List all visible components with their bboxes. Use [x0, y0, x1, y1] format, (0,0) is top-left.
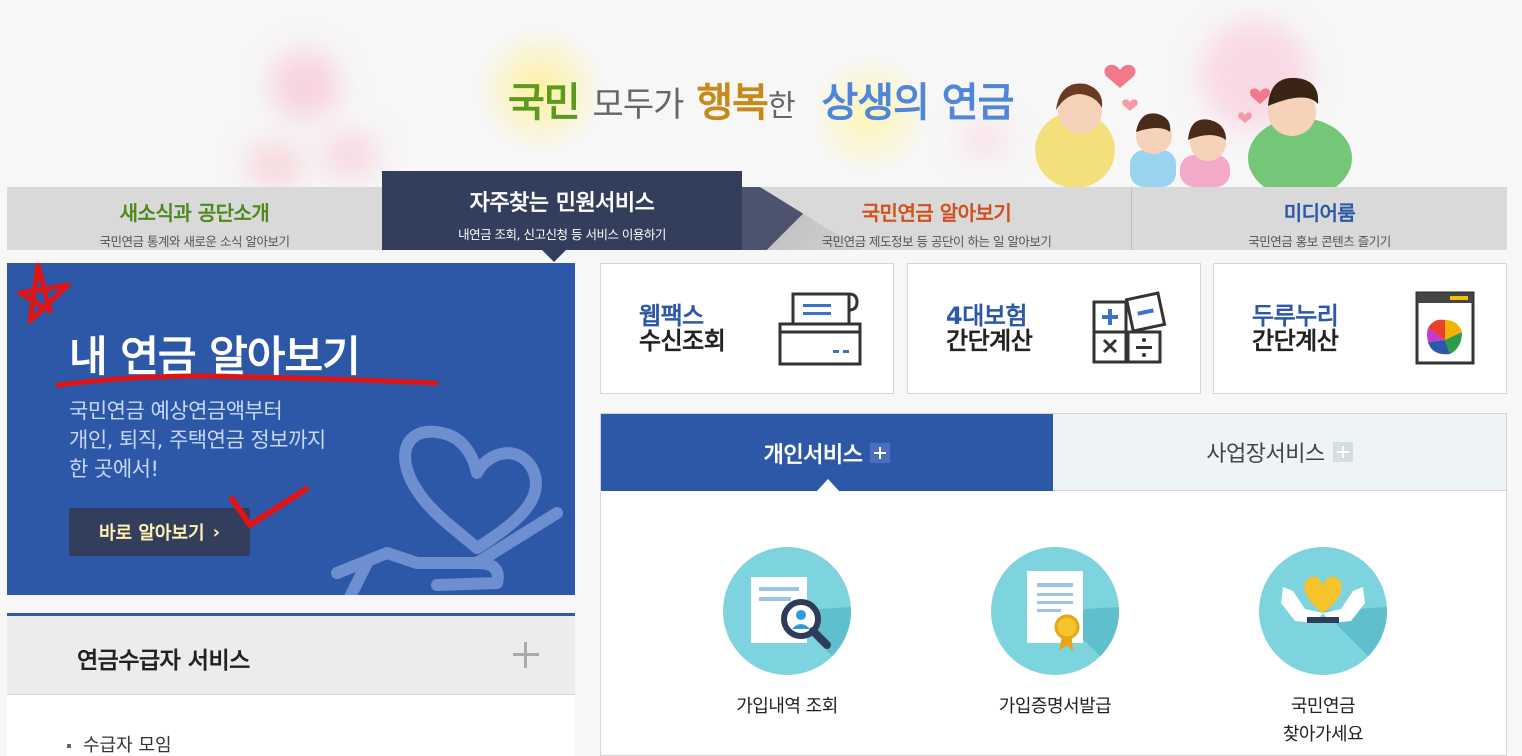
plus-icon[interactable] [511, 640, 541, 670]
four-insurance-calc-card[interactable]: 4대보험 간단계산 [907, 263, 1201, 394]
chevron-right-icon: › [212, 521, 221, 543]
plus-icon [1332, 442, 1353, 462]
hero-description-line: 한 곳에서! [69, 457, 159, 481]
bokeh-decoration [270, 50, 340, 120]
fax-icon [778, 292, 862, 366]
slogan-word: 한 [767, 89, 796, 124]
nav-tab-frequent-services[interactable]: 자주찾는 민원서비스 내연금 조회, 신고신청 등 서비스 이용하기 [382, 171, 742, 250]
nav-tab-title: 미디어룸 [1283, 201, 1356, 225]
bokeh-decoration [245, 140, 305, 187]
nav-tab-title: 국민연금 알아보기 [861, 201, 1012, 225]
nav-tab-subtitle: 내연금 조회, 신고신청 등 서비스 이용하기 [458, 227, 666, 242]
service-label-line: 국민연금 [1290, 696, 1356, 717]
nav-tab-media-room[interactable]: 미디어룸 국민연금 홍보 콘텐츠 즐기기 [1132, 187, 1507, 250]
bokeh-decoration [320, 130, 380, 180]
active-tab-pointer [817, 479, 839, 491]
search-document-icon [723, 547, 851, 675]
nav-tab-about-pension[interactable]: 국민연금 알아보기 국민연금 제도정보 등 공단이 하는 일 알아보기 [742, 187, 1131, 250]
top-banner: 국민 모두가 행복한 상생의 연금 [0, 0, 1522, 187]
heart-hands-icon [1259, 547, 1387, 675]
card-title-bottom: 간단계산 [1252, 327, 1339, 355]
pensioner-service-title: 연금수급자 서비스 [77, 648, 250, 674]
nav-tab-subtitle: 국민연금 제도정보 등 공단이 하는 일 알아보기 [821, 234, 1052, 249]
durunuri-icon [1415, 291, 1475, 365]
main-nav: 새소식과 공단소개 국민연금 통계와 새로운 소식 알아보기 국민연금 알아보기… [7, 171, 1507, 250]
service-label: 가입내역 조회 [736, 696, 838, 717]
nav-tab-title: 새소식과 공단소개 [119, 201, 270, 225]
service-label: 국민연금 찾아가세요 [1223, 693, 1423, 749]
slogan-word: 행복 [696, 80, 769, 126]
slogan-word: 상생의 연금 [821, 80, 1014, 126]
family-illustration [1035, 64, 1352, 187]
service-enrollment-certificate[interactable]: 가입증명서발급 [955, 547, 1155, 721]
hero-description-line: 국민연금 예상연금액부터 [69, 399, 283, 423]
nav-tab-title: 자주찾는 민원서비스 [469, 191, 655, 216]
nav-active-pointer [542, 250, 566, 262]
service-label: 가입증명서발급 [998, 696, 1112, 717]
hero-title: 내 연금 알아보기 [69, 332, 361, 381]
heart-hand-illustration [331, 425, 563, 595]
slogan-word: 국민 [508, 80, 581, 126]
durunuri-calc-card[interactable]: 두루누리 간단계산 [1213, 263, 1507, 394]
my-pension-hero: 내 연금 알아보기 국민연금 예상연금액부터 개인, 퇴직, 주택연금 정보까지… [7, 263, 575, 595]
hero-description: 국민연금 예상연금액부터 개인, 퇴직, 주택연금 정보까지 한 곳에서! [69, 397, 326, 484]
tab-label: 사업장서비스 [1206, 442, 1325, 467]
pensioner-meeting-link[interactable]: 수급자 모임 [67, 731, 172, 756]
go-check-button-label: 바로 알아보기 [98, 523, 205, 544]
service-enrollment-history[interactable]: 가입내역 조회 [687, 547, 887, 721]
go-check-button[interactable]: 바로 알아보기 › [69, 508, 250, 556]
banner-slogan: 국민 모두가 행복한 상생의 연금 [508, 70, 1014, 128]
calculator-icon [1092, 291, 1167, 364]
card-title-bottom: 수신조회 [639, 327, 726, 355]
card-title-bottom: 간단계산 [946, 327, 1033, 355]
tab-label: 개인서비스 [763, 442, 863, 468]
pensioner-service-header[interactable]: 연금수급자 서비스 [7, 616, 575, 695]
webfax-card[interactable]: 웹팩스 수신조회 [600, 263, 894, 394]
tab-business-service[interactable]: 사업장서비스 [1053, 414, 1506, 491]
service-label-line: 찾아가세요 [1282, 724, 1364, 745]
pensioner-service-panel: 연금수급자 서비스 수급자 모임 [7, 613, 575, 756]
service-panel: 개인서비스 사업장서비스 가입내역 조회 가입증명서발급 국민연금 찾아가세요 [600, 413, 1507, 756]
hero-description-line: 개인, 퇴직, 주택연금 정보까지 [69, 428, 326, 452]
certificate-icon [991, 547, 1119, 675]
nav-tab-subtitle: 국민연금 통계와 새로운 소식 알아보기 [99, 234, 290, 249]
service-visit-nps[interactable]: 국민연금 찾아가세요 [1223, 547, 1423, 749]
plus-icon [870, 442, 891, 463]
nav-tab-news[interactable]: 새소식과 공단소개 국민연금 통계와 새로운 소식 알아보기 [7, 187, 382, 250]
nav-tab-subtitle: 국민연금 홍보 콘텐츠 즐기기 [1248, 234, 1391, 249]
slogan-word: 모두가 [592, 85, 685, 125]
